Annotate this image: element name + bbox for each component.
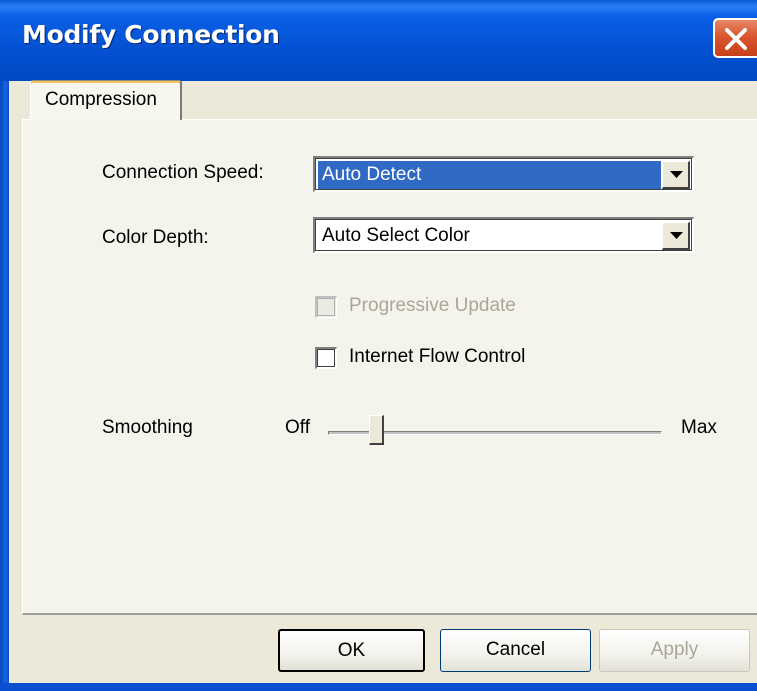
chevron-down-icon [670,232,683,239]
smoothing-max-label: Max [681,417,717,438]
window-frame-bottom [0,683,757,691]
chevron-down-icon [670,171,683,178]
connection-speed-value: Auto Detect [318,161,661,189]
smoothing-label: Smoothing [102,417,193,438]
color-depth-dropdown[interactable]: Auto Select Color [313,217,694,253]
connection-speed-dropdown-button[interactable] [662,161,690,189]
title-bar[interactable]: Modify Connection [0,0,757,81]
color-depth-dropdown-button[interactable] [662,222,690,250]
tab-compression-label: Compression [45,89,157,110]
apply-button[interactable]: Apply [599,629,750,672]
close-button[interactable] [713,18,757,58]
progressive-update-checkbox[interactable] [315,296,337,318]
window-title: Modify Connection [22,20,280,49]
window-frame-left [0,81,9,691]
close-icon [725,28,747,50]
connection-speed-label: Connection Speed: [102,162,264,183]
internet-flow-control-checkbox[interactable] [315,347,337,369]
connection-speed-dropdown[interactable]: Auto Detect [313,156,694,192]
smoothing-slider-thumb[interactable] [369,415,384,445]
smoothing-min-label: Off [285,417,310,438]
tab-compression[interactable]: Compression [30,80,182,120]
color-depth-label: Color Depth: [102,227,209,248]
cancel-button[interactable]: Cancel [440,629,591,672]
ok-button[interactable]: OK [278,629,425,672]
internet-flow-control-label: Internet Flow Control [349,346,526,367]
progressive-update-label: Progressive Update [349,295,516,316]
color-depth-value: Auto Select Color [322,225,470,246]
